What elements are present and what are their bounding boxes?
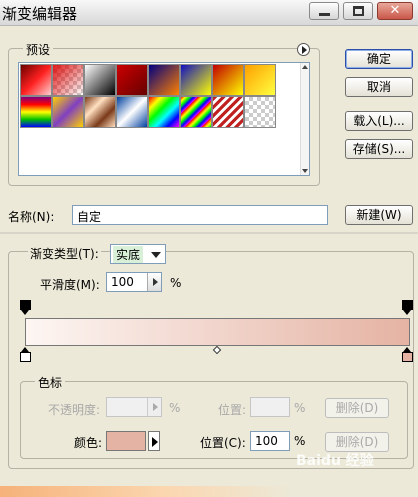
title-bar: 渐变编辑器 ✕ bbox=[0, 0, 418, 26]
preset-swatch[interactable] bbox=[212, 96, 244, 128]
name-input[interactable]: 自定 bbox=[72, 205, 328, 225]
smoothness-input[interactable]: 100 bbox=[106, 272, 162, 292]
opacity-input bbox=[106, 397, 162, 417]
opacity-unit: % bbox=[169, 401, 181, 415]
smoothness-label: 平滑度(M): bbox=[40, 278, 100, 292]
triangle-right-icon bbox=[152, 437, 158, 447]
color-stop-left[interactable] bbox=[20, 347, 31, 363]
presets-scrollbar[interactable] bbox=[300, 63, 309, 175]
scroll-down-icon[interactable] bbox=[302, 169, 308, 173]
maximize-icon bbox=[353, 6, 364, 16]
preset-swatch[interactable] bbox=[180, 96, 212, 128]
preset-swatch[interactable] bbox=[52, 96, 84, 128]
opacity-location-input bbox=[250, 397, 290, 417]
opacity-delete-button: 删除(D) bbox=[325, 398, 389, 418]
minimize-button[interactable] bbox=[309, 2, 339, 20]
new-button[interactable]: 新建(W) bbox=[345, 205, 413, 225]
gradient-preview-bar[interactable] bbox=[25, 318, 410, 346]
preset-swatch[interactable] bbox=[244, 96, 276, 128]
presets-label: 预设 bbox=[23, 41, 54, 58]
window-title: 渐变编辑器 bbox=[2, 5, 78, 23]
presets-menu-button[interactable] bbox=[297, 43, 310, 56]
chevron-down-icon bbox=[151, 252, 161, 258]
preset-swatch[interactable] bbox=[180, 64, 212, 96]
smoothness-stepper[interactable] bbox=[147, 273, 161, 291]
preset-swatch[interactable] bbox=[116, 64, 148, 96]
color-menu-button[interactable] bbox=[148, 431, 160, 451]
opacity-stop-left[interactable] bbox=[20, 300, 31, 315]
stops-label: 色标 bbox=[35, 374, 66, 391]
preset-swatch[interactable] bbox=[116, 96, 148, 128]
color-delete-button: 删除(D) bbox=[325, 432, 389, 452]
close-icon: ✕ bbox=[389, 3, 401, 18]
ok-button[interactable]: 确定 bbox=[345, 49, 413, 69]
preset-swatch[interactable] bbox=[148, 64, 180, 96]
stop-color-swatch[interactable] bbox=[106, 431, 146, 451]
preset-swatch[interactable] bbox=[20, 96, 52, 128]
gradient-type-select[interactable]: 实底 bbox=[110, 244, 166, 264]
close-button[interactable]: ✕ bbox=[377, 2, 413, 20]
cancel-button[interactable]: 取消 bbox=[345, 77, 413, 97]
maximize-button[interactable] bbox=[343, 2, 373, 20]
preset-swatch[interactable] bbox=[52, 64, 84, 96]
smoothness-unit: % bbox=[170, 276, 182, 290]
smoothness-value: 100 bbox=[111, 275, 134, 289]
color-stop-right[interactable] bbox=[402, 347, 413, 363]
section-divider bbox=[0, 232, 418, 234]
preset-swatch[interactable] bbox=[84, 96, 116, 128]
opacity-label: 不透明度: bbox=[48, 403, 101, 417]
preset-swatch[interactable] bbox=[244, 64, 276, 96]
preset-swatch[interactable] bbox=[212, 64, 244, 96]
location-input[interactable]: 100 bbox=[250, 431, 290, 451]
load-button[interactable]: 载入(L)... bbox=[345, 111, 413, 131]
watermark: Baidu 经验 bbox=[296, 453, 374, 469]
name-label: 名称(N): bbox=[8, 210, 55, 224]
save-button[interactable]: 存储(S)... bbox=[345, 139, 413, 159]
triangle-right-icon bbox=[302, 46, 307, 54]
preset-swatch-grid bbox=[18, 62, 310, 176]
opacity-location-label: 位置: bbox=[218, 403, 247, 417]
preset-swatch[interactable] bbox=[20, 64, 52, 96]
location-unit: % bbox=[294, 434, 306, 448]
location-label: 位置(C): bbox=[200, 436, 246, 450]
color-label: 颜色: bbox=[74, 436, 103, 450]
bottom-strip bbox=[0, 486, 418, 497]
triangle-right-icon bbox=[153, 403, 158, 411]
preset-swatch[interactable] bbox=[84, 64, 116, 96]
triangle-right-icon bbox=[153, 278, 158, 286]
scroll-up-icon[interactable] bbox=[302, 65, 308, 69]
opacity-stop-right[interactable] bbox=[402, 300, 413, 315]
opacity-stepper bbox=[147, 398, 161, 416]
gradient-type-label: 渐变类型(T): bbox=[28, 245, 101, 262]
opacity-location-unit: % bbox=[294, 401, 306, 415]
gradient-type-value: 实底 bbox=[113, 246, 144, 263]
minimize-icon bbox=[319, 13, 330, 16]
preset-swatch[interactable] bbox=[148, 96, 180, 128]
